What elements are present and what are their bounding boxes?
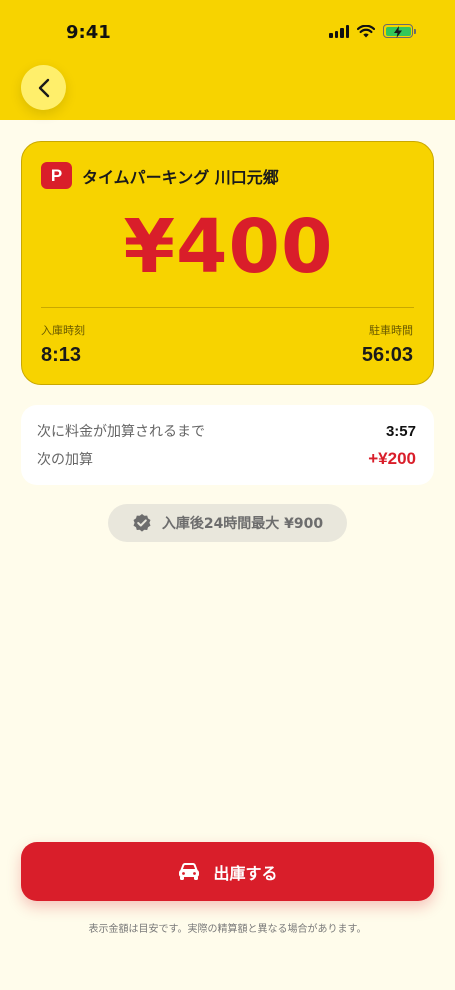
back-button[interactable] xyxy=(21,65,66,110)
battery-charging-icon xyxy=(383,24,416,38)
next-charge-card: 次に料金が加算されるまで 3:57 次の加算 +¥200 xyxy=(21,405,434,485)
verified-badge-icon xyxy=(133,514,151,532)
max-fee-pill: 入庫後24時間最大 ¥900 xyxy=(108,504,347,542)
cellular-signal-icon xyxy=(329,24,349,38)
exit-button-label: 出庫する xyxy=(213,863,278,883)
wifi-icon xyxy=(357,24,375,37)
parking-lot-name: タイムパーキング 川口元郷 xyxy=(82,167,279,187)
duration-label: 駐車時間 xyxy=(369,324,413,337)
parking-lot-title: P タイムパーキング 川口元郷 xyxy=(41,162,279,189)
next-charge-countdown-row: 次に料金が加算されるまで 3:57 xyxy=(37,421,416,441)
increment-label: 次の加算 xyxy=(37,452,93,468)
parking-fee-card: P タイムパーキング 川口元郷 ¥400 入庫時刻 8:13 駐車時間 56:0… xyxy=(21,141,434,385)
duration-value: 56:03 xyxy=(361,344,413,366)
entry-time-label: 入庫時刻 xyxy=(41,324,85,337)
current-fee: ¥400 xyxy=(123,204,334,290)
status-icons xyxy=(329,24,416,38)
entry-time-value: 8:13 xyxy=(41,344,82,366)
next-increment-row: 次の加算 +¥200 xyxy=(37,449,416,469)
card-divider xyxy=(41,307,414,308)
parking-badge-icon: P xyxy=(41,162,72,189)
countdown-value: 3:57 xyxy=(385,422,416,440)
fee-disclaimer: 表示金額は目安です。実際の精算額と異なる場合があります。 xyxy=(88,924,367,935)
increment-value: +¥200 xyxy=(368,449,416,468)
countdown-label: 次に料金が加算されるまで xyxy=(37,424,205,440)
duration-block: 駐車時間 56:03 xyxy=(362,322,413,367)
exit-parking-button[interactable]: 出庫する xyxy=(21,842,434,901)
status-time: 9:41 xyxy=(66,22,111,43)
max-fee-text: 入庫後24時間最大 ¥900 xyxy=(161,516,324,532)
status-bar: 9:41 xyxy=(0,0,455,60)
car-icon xyxy=(179,862,200,880)
chevron-left-icon xyxy=(38,78,49,97)
entry-time-block: 入庫時刻 8:13 xyxy=(41,322,85,367)
